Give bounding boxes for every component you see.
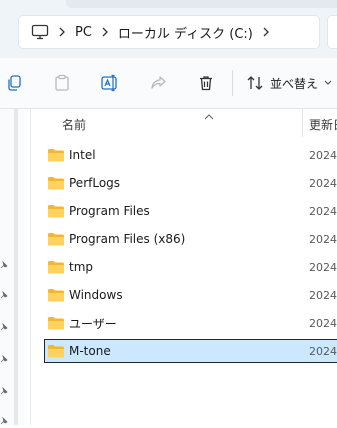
chevron-right-icon[interactable] bbox=[92, 27, 118, 37]
chevron-right-icon[interactable] bbox=[253, 27, 279, 37]
file-name: M-tone bbox=[69, 344, 111, 358]
share-icon[interactable] bbox=[146, 71, 170, 95]
copy-icon[interactable] bbox=[2, 71, 26, 95]
sort-icon bbox=[247, 76, 263, 90]
file-row[interactable]: M-tone 2024/ bbox=[44, 339, 337, 363]
search-box[interactable] bbox=[327, 15, 337, 49]
file-name: Program Files bbox=[69, 204, 150, 218]
file-name: tmp bbox=[69, 260, 94, 274]
file-row[interactable]: PerfLogs 2024/ bbox=[44, 171, 337, 195]
chevron-down-icon bbox=[324, 80, 332, 85]
file-date: 2024/ bbox=[309, 316, 337, 330]
column-name[interactable]: 名前 bbox=[62, 116, 86, 133]
file-date: 2024/ bbox=[309, 204, 337, 218]
file-row[interactable]: Program Files (x86) 2024/ bbox=[44, 227, 337, 251]
column-header: 名前 更新日 bbox=[31, 109, 337, 137]
folder-icon bbox=[47, 148, 65, 162]
folder-icon bbox=[47, 344, 65, 358]
paste-icon[interactable] bbox=[50, 71, 74, 95]
file-row[interactable]: Intel 2024/ bbox=[44, 143, 337, 167]
file-row[interactable]: ユーザー 2024/ bbox=[44, 311, 337, 335]
file-name: Intel bbox=[69, 148, 96, 162]
file-name: PerfLogs bbox=[69, 176, 121, 190]
breadcrumb-pc[interactable]: PC bbox=[75, 25, 92, 40]
pin-icon bbox=[0, 258, 8, 269]
folder-icon bbox=[47, 232, 65, 246]
chevron-right-icon[interactable] bbox=[49, 27, 75, 37]
pin-icon bbox=[0, 288, 8, 299]
file-name: ユーザー bbox=[69, 316, 117, 331]
nav-scrollbar[interactable] bbox=[14, 109, 18, 425]
folder-icon bbox=[47, 176, 65, 190]
folder-icon bbox=[47, 204, 65, 218]
pin-icon bbox=[0, 320, 8, 331]
file-row[interactable]: tmp 2024/ bbox=[44, 255, 337, 279]
pin-icon bbox=[0, 414, 8, 425]
column-divider[interactable] bbox=[302, 109, 303, 137]
file-row[interactable]: Program Files 2024/ bbox=[44, 199, 337, 223]
file-date: 2024/ bbox=[309, 232, 337, 246]
file-name: Windows bbox=[69, 288, 123, 302]
file-date: 2024/ bbox=[309, 176, 337, 190]
folder-icon bbox=[47, 260, 65, 274]
pane-splitter[interactable] bbox=[30, 109, 31, 425]
file-date: 2024/ bbox=[309, 344, 337, 358]
tab-strip bbox=[66, 0, 337, 8]
delete-icon[interactable] bbox=[194, 71, 218, 95]
file-row[interactable]: Windows 2024/ bbox=[44, 283, 337, 307]
pin-icon bbox=[0, 352, 8, 363]
monitor-icon[interactable] bbox=[31, 24, 49, 40]
column-date[interactable]: 更新日 bbox=[309, 116, 337, 133]
breadcrumb-local-disk[interactable]: ローカル ディスク (C:) bbox=[118, 23, 253, 42]
toolbar-separator bbox=[232, 70, 233, 96]
file-date: 2024/ bbox=[309, 260, 337, 274]
folder-icon bbox=[47, 288, 65, 302]
address-bar[interactable]: PC ローカル ディスク (C:) bbox=[18, 15, 320, 49]
file-date: 2024/ bbox=[309, 288, 337, 302]
file-name: Program Files (x86) bbox=[69, 232, 186, 246]
sort-button[interactable]: 並べ替え bbox=[246, 58, 332, 108]
file-date: 2024/ bbox=[309, 148, 337, 162]
folder-icon bbox=[47, 316, 65, 330]
sort-label: 並べ替え bbox=[270, 76, 319, 91]
sort-ascending-icon bbox=[204, 109, 214, 123]
rename-icon[interactable] bbox=[98, 71, 122, 95]
pin-icon bbox=[0, 384, 8, 395]
